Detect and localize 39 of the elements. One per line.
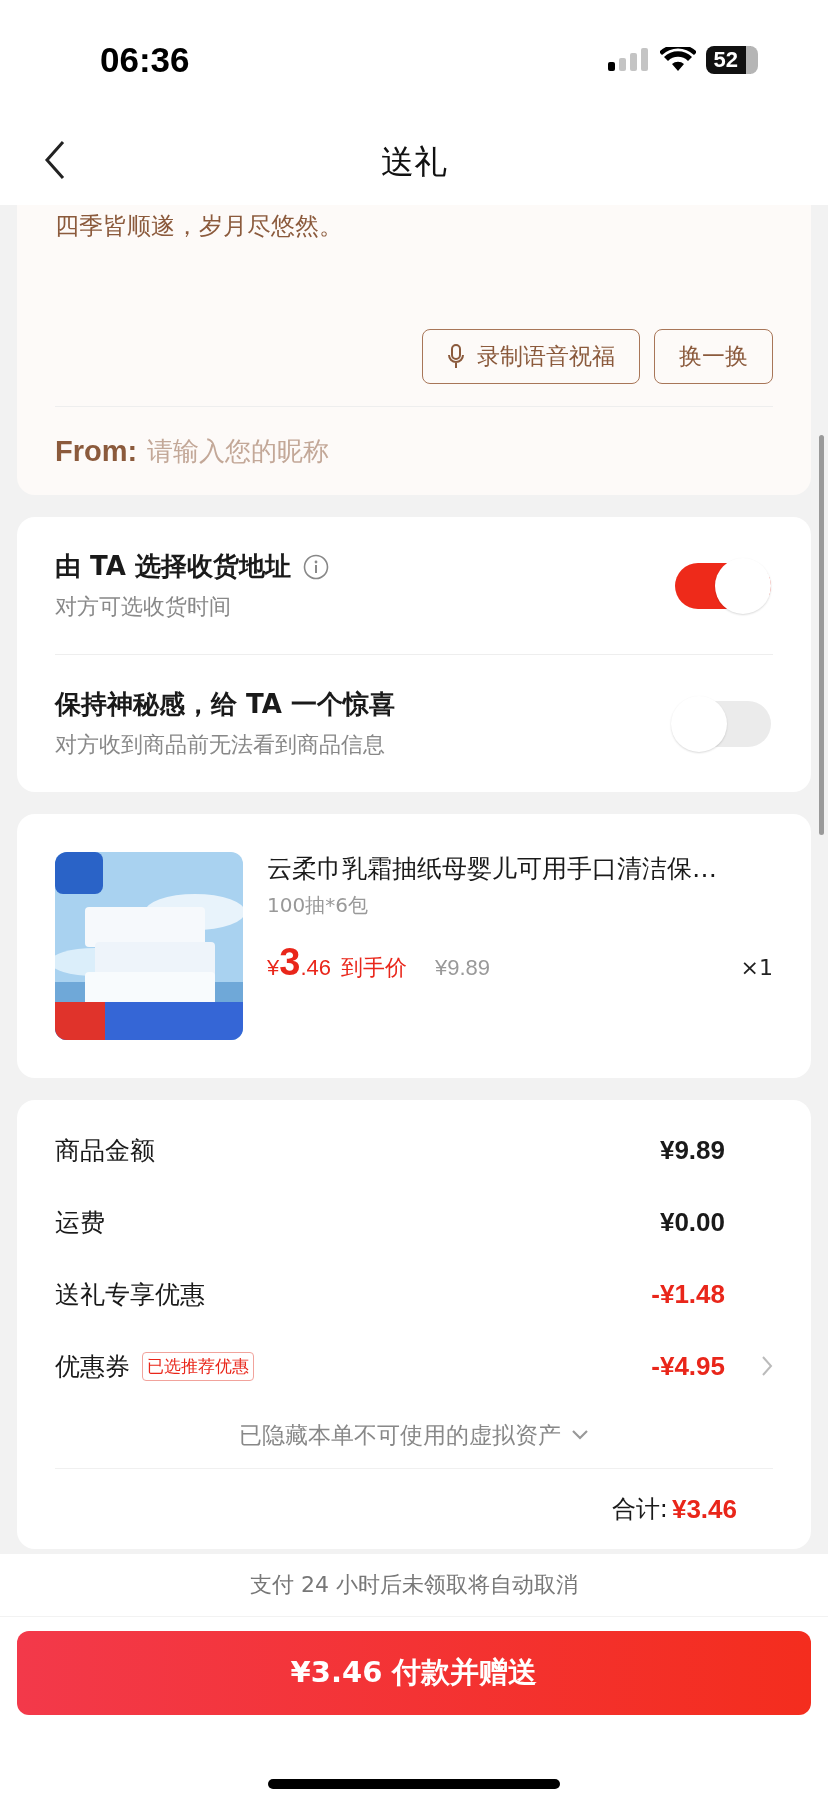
option-subtitle: 对方收到商品前无法看到商品信息 — [55, 731, 386, 759]
signal-icon — [607, 47, 650, 73]
back-icon[interactable] — [44, 140, 66, 180]
info-icon[interactable] — [302, 553, 329, 580]
page-title: 送礼 — [381, 141, 447, 183]
option-title: 由 TA 选择收货地址 — [55, 550, 291, 583]
quantity: ×1 — [740, 955, 773, 980]
nickname-field[interactable]: 请输入您的昵称 — [147, 436, 773, 466]
from-label: From: — [55, 434, 138, 468]
fee-label: 优惠券 — [55, 1350, 130, 1383]
price-label: 到手价 — [341, 954, 407, 982]
total-amount: ¥3.46 — [671, 1493, 737, 1525]
wifi-icon — [659, 47, 696, 73]
final-price: ¥3.46 — [267, 941, 331, 984]
original-price: ¥9.89 — [435, 955, 492, 981]
fee-amount: -¥4.95 — [651, 1350, 725, 1382]
option-title: 保持神秘感，给 TA 一个惊喜 — [55, 688, 395, 721]
product-title[interactable]: 云柔巾乳霜抽纸母婴儿可用手口清洁保… — [267, 852, 773, 886]
microphone-icon — [447, 343, 465, 370]
chevron-down-icon[interactable] — [571, 1429, 589, 1441]
fee-label: 商品金额 — [55, 1134, 155, 1167]
battery-indicator: 52 — [705, 46, 758, 74]
status-time: 06:36 — [100, 40, 190, 80]
fee-label: 送礼专享优惠 — [55, 1278, 205, 1311]
fee-amount: ¥9.89 — [659, 1134, 725, 1166]
fee-label: 运费 — [55, 1206, 105, 1239]
shuffle-button[interactable]: 换一换 — [654, 329, 773, 384]
notice-text: 支付 24 小时后未领取将自动取消 — [0, 1554, 828, 1617]
hidden-assets-link[interactable]: 已隐藏本单不可使用的虚拟资产 — [239, 1419, 561, 1451]
product-spec: 100抽*6包 — [267, 892, 369, 919]
coupon-tag: 已选推荐优惠 — [142, 1351, 254, 1381]
option-subtitle: 对方可选收货时间 — [55, 593, 232, 621]
pay-button[interactable]: ¥3.46 付款并赠送 — [17, 1631, 811, 1715]
fee-amount: ¥0.00 — [659, 1206, 725, 1238]
greeting-message: 四季皆顺遂，岁月尽悠然。 — [55, 211, 344, 242]
total-label: 合计: — [611, 1494, 668, 1525]
record-voice-button[interactable]: 录制语音祝福 — [422, 329, 640, 384]
fee-amount: -¥1.48 — [651, 1278, 725, 1310]
chevron-right-icon[interactable] — [761, 1355, 773, 1377]
